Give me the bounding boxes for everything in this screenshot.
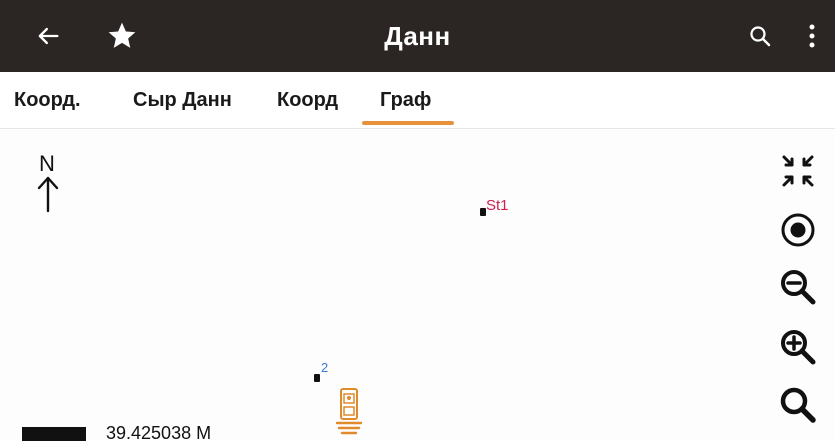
zoom-out-icon[interactable] bbox=[778, 267, 818, 307]
north-arrow-icon bbox=[37, 176, 59, 213]
search-icon[interactable] bbox=[778, 385, 818, 425]
app-header: Данн bbox=[0, 0, 835, 72]
north-label: N bbox=[39, 151, 55, 176]
scale-label: 39.425038 M bbox=[106, 423, 212, 443]
tab-raw-data[interactable]: Сыр Данн bbox=[133, 89, 232, 112]
zoom-in-icon[interactable] bbox=[778, 327, 818, 367]
total-station-icon[interactable] bbox=[333, 385, 365, 437]
scale-bar bbox=[22, 427, 86, 441]
point-label: St1 bbox=[486, 197, 509, 214]
collapse-icon[interactable] bbox=[778, 151, 818, 191]
point-label: 2 bbox=[321, 360, 329, 375]
tab-coord-2[interactable]: Коорд bbox=[277, 89, 338, 112]
page-title: Данн bbox=[384, 21, 451, 51]
tab-graph[interactable]: Граф bbox=[380, 89, 431, 112]
point-marker[interactable] bbox=[314, 374, 320, 382]
tab-selected-indicator bbox=[362, 121, 454, 125]
tab-bar: Коорд. Сыр Данн Коорд Граф bbox=[0, 72, 835, 129]
tab-coord-1[interactable]: Коорд. bbox=[14, 89, 81, 112]
search-icon[interactable] bbox=[748, 24, 772, 48]
more-vertical-icon[interactable] bbox=[806, 22, 818, 50]
map-canvas[interactable]: N St1 2 39.425038 M bbox=[0, 129, 835, 443]
locate-icon[interactable] bbox=[778, 210, 818, 250]
